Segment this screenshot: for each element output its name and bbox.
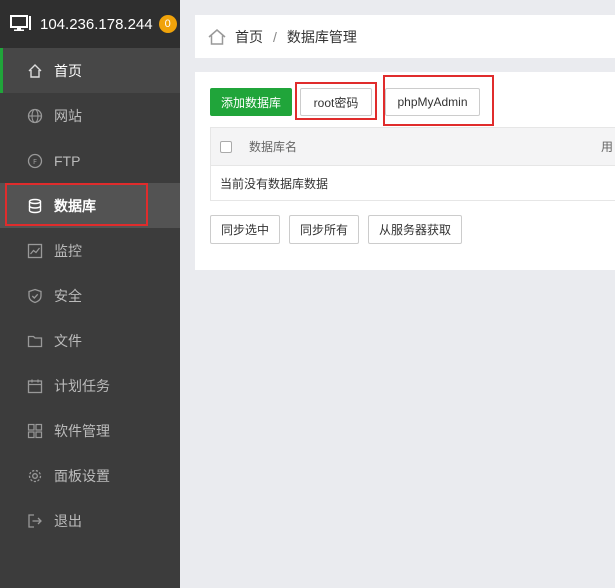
sidebar: 104.236.178.244 0 首页 网站 F FTP 数据库 监控 安全 … (0, 0, 180, 588)
empty-message: 当前没有数据库数据 (220, 176, 329, 191)
sidebar-item-files[interactable]: 文件 (0, 318, 180, 363)
sync-all-button[interactable]: 同步所有 (289, 215, 359, 244)
sidebar-item-security[interactable]: 安全 (0, 273, 180, 318)
breadcrumb: 首页 / 数据库管理 (195, 15, 615, 58)
ftp-icon: F (26, 152, 44, 170)
breadcrumb-separator: / (273, 28, 277, 45)
sidebar-item-cron[interactable]: 计划任务 (0, 363, 180, 408)
sidebar-item-database[interactable]: 数据库 (0, 183, 180, 228)
sidebar-item-label: 首页 (54, 62, 82, 79)
monitor-icon (10, 14, 32, 35)
sidebar-item-label: 文件 (54, 332, 82, 349)
sidebar-header: 104.236.178.244 0 (0, 0, 180, 48)
notification-badge[interactable]: 0 (158, 15, 177, 33)
sidebar-item-label: 监控 (54, 242, 82, 259)
server-ip: 104.236.178.244 (40, 15, 153, 33)
chart-icon (26, 242, 44, 260)
sidebar-item-label: 网站 (54, 107, 82, 124)
highlight-box (5, 183, 148, 226)
breadcrumb-home-link[interactable]: 首页 (235, 27, 263, 47)
sidebar-item-label: 安全 (54, 287, 82, 304)
sidebar-item-label: FTP (54, 152, 81, 169)
sidebar-item-website[interactable]: 网站 (0, 93, 180, 138)
globe-icon (26, 107, 44, 125)
column-header-name: 数据库名 (249, 140, 298, 154)
sidebar-item-monitor[interactable]: 监控 (0, 228, 180, 273)
table-empty-row: 当前没有数据库数据 (211, 166, 615, 200)
database-panel: 添加数据库 root密码 phpMyAdmin 数据库名 用 当前没有数据库数据… (195, 72, 615, 270)
calendar-icon (26, 377, 44, 395)
database-table: 数据库名 用 当前没有数据库数据 (210, 127, 615, 201)
grid-icon (26, 422, 44, 440)
highlight-box (295, 82, 377, 120)
breadcrumb-current: 数据库管理 (286, 28, 357, 45)
sidebar-item-logout[interactable]: 退出 (0, 498, 180, 543)
select-all-checkbox[interactable] (220, 140, 232, 153)
sidebar-item-label: 软件管理 (54, 422, 110, 439)
gear-icon (26, 467, 44, 485)
shield-icon (26, 287, 44, 305)
sidebar-item-ftp[interactable]: F FTP (0, 138, 180, 183)
sidebar-item-software[interactable]: 软件管理 (0, 408, 180, 453)
column-header-user: 用 (601, 140, 614, 154)
logout-icon (26, 512, 44, 530)
sidebar-item-label: 退出 (54, 512, 82, 529)
sidebar-item-home[interactable]: 首页 (0, 48, 180, 93)
fetch-from-server-button[interactable]: 从服务器获取 (368, 215, 462, 244)
sidebar-item-label: 面板设置 (54, 467, 110, 484)
svg-text:F: F (33, 158, 37, 166)
sidebar-item-settings[interactable]: 面板设置 (0, 453, 180, 498)
table-header: 数据库名 用 (211, 128, 615, 166)
sidebar-item-label: 计划任务 (54, 377, 110, 394)
sync-selected-button[interactable]: 同步选中 (210, 215, 280, 244)
home-icon[interactable] (207, 28, 227, 46)
folder-icon (26, 332, 44, 350)
highlight-box (383, 75, 494, 126)
home-icon (26, 62, 44, 80)
add-database-button[interactable]: 添加数据库 (210, 88, 292, 116)
